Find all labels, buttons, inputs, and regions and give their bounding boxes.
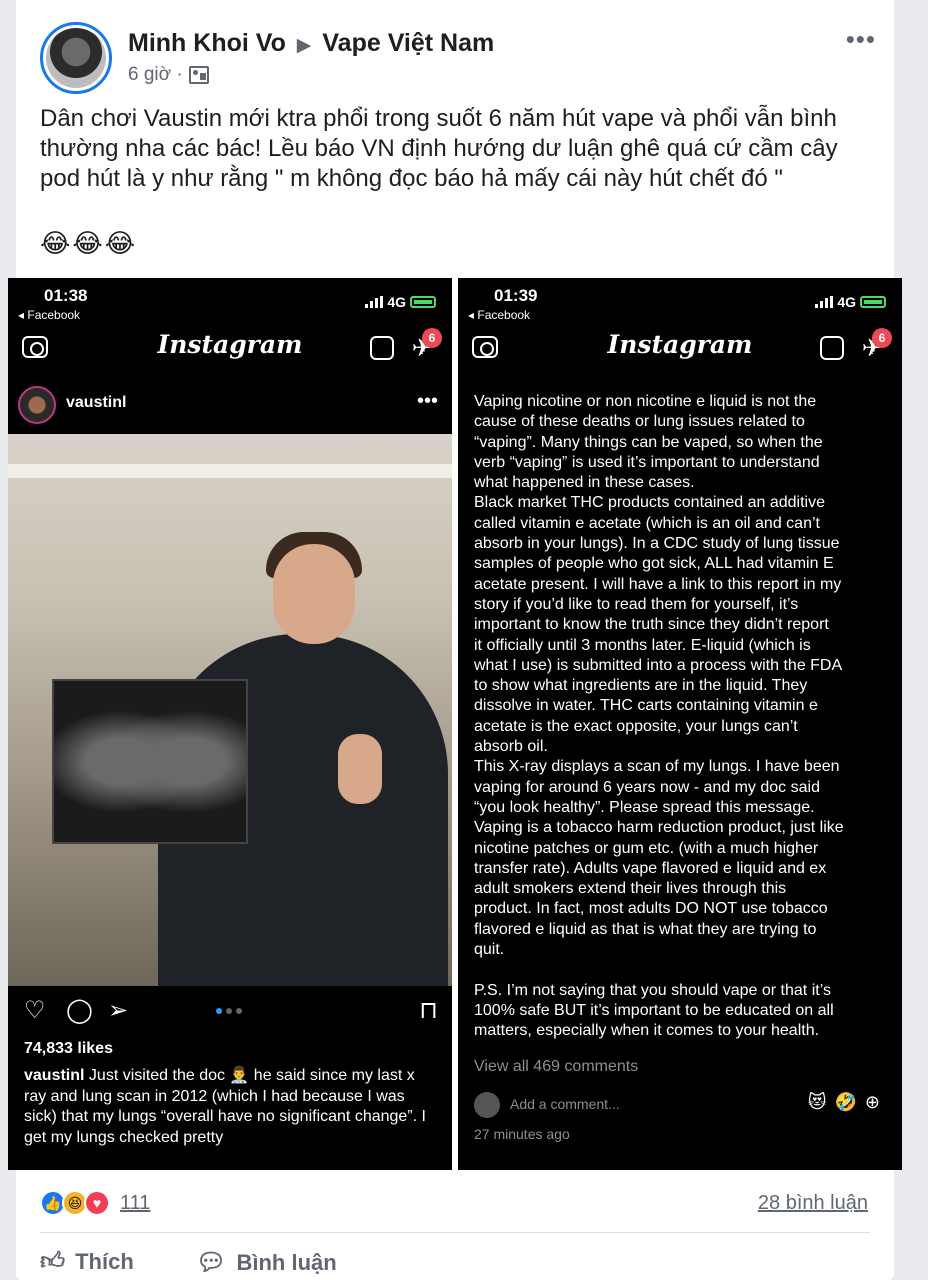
person-head (273, 544, 355, 644)
thumbs-up-hand (338, 734, 382, 804)
ig-likes: 74,833 likes (24, 1040, 113, 1057)
more-options-icon[interactable]: ••• (846, 24, 876, 55)
igtv-icon (820, 336, 844, 360)
divider (40, 1232, 870, 1233)
thumbs-up-icon: 👍︎ (40, 1248, 66, 1275)
signal-icon (365, 296, 384, 308)
add-comment-row: Add a comment... 😻🤣⊕ (474, 1090, 888, 1120)
author-avatar[interactable] (40, 22, 112, 94)
status-time: 01:38 (44, 286, 88, 305)
instagram-top-bar: Instagram ✈ 6 (458, 328, 902, 372)
author-name[interactable]: Minh Khoi Vo (128, 29, 286, 57)
view-all-comments: View all 469 comments (474, 1058, 639, 1075)
back-to-facebook: ◂ Facebook (18, 308, 81, 322)
signal-area: 4G (365, 294, 436, 310)
reaction-count[interactable]: 111 (120, 1192, 150, 1215)
quick-emoji-icons: 😻🤣⊕ (807, 1092, 888, 1112)
network-type: 4G (837, 294, 856, 310)
ig-post-header: vaustinl ••• (8, 382, 452, 430)
notification-badge: 6 (872, 328, 892, 348)
signal-icon (815, 296, 834, 308)
reaction-summary[interactable]: 👍 😆 ♥ 111 (40, 1190, 150, 1216)
avatar-image (46, 28, 106, 88)
post-text: Dân chơi Vaustin mới ktra phổi trong suố… (40, 105, 838, 192)
caption-text: Just visited the doc 👨‍⚕️ he said since … (24, 1067, 426, 1146)
add-comment-placeholder: Add a comment... (510, 1096, 620, 1112)
like-button[interactable]: 👍︎ Thích (40, 1248, 134, 1276)
group-audience-icon (188, 66, 209, 84)
post-header-title: Minh Khoi Vo ▶ Vape Việt Nam (128, 29, 494, 58)
status-bar: 01:39 ◂ Facebook 4G (458, 286, 902, 330)
instagram-screenshot-left[interactable]: 01:38 ◂ Facebook 4G Instagram ✈ 6 vausti… (8, 278, 452, 1170)
ig-caption-long: Vaping nicotine or non nicotine e liquid… (474, 393, 844, 1040)
laughing-emojis: 😂😂😂 (40, 228, 138, 258)
post-time[interactable]: 6 giờ · (128, 64, 183, 86)
battery-icon (860, 296, 886, 308)
notification-badge: 6 (422, 328, 442, 348)
instagram-top-bar: Instagram ✈ 6 (8, 328, 452, 372)
group-name[interactable]: Vape Việt Nam (322, 29, 494, 57)
status-bar: 01:38 ◂ Facebook 4G (8, 286, 452, 330)
xray-photo (8, 434, 452, 986)
carousel-dots (216, 1008, 242, 1014)
post-meta: 6 giờ · (128, 64, 209, 86)
network-type: 4G (387, 294, 406, 310)
love-reaction-icon: ♥ (84, 1190, 110, 1216)
comment-bubble-icon: ◯ (66, 997, 93, 1024)
post-card: Minh Khoi Vo ▶ Vape Việt Nam 6 giờ · •••… (8, 0, 902, 1280)
ig-action-bar: ♡ ◯ ➢ ⊓ (8, 996, 452, 1030)
comment-icon: 💬︎ (196, 1249, 227, 1276)
arrow-right-icon: ▶ (296, 35, 312, 56)
back-to-facebook: ◂ Facebook (468, 308, 531, 322)
ig-user-avatar (18, 386, 56, 424)
instagram-screenshot-right[interactable]: 01:39 ◂ Facebook 4G Instagram ✈ 6 Vaping… (458, 278, 902, 1170)
post-age: 27 minutes ago (474, 1126, 570, 1142)
heart-icon: ♡ (24, 997, 46, 1024)
like-label: Thích (75, 1249, 134, 1274)
ig-username: vaustinl (66, 394, 127, 411)
caption-username: vaustinl (24, 1067, 85, 1084)
chest-xray (52, 679, 248, 844)
comment-label: Bình luận (236, 1249, 337, 1275)
commenter-avatar (474, 1092, 500, 1118)
status-time: 01:39 (494, 286, 538, 305)
signal-area: 4G (815, 294, 886, 310)
share-icon: ➢ (108, 997, 129, 1024)
battery-icon (410, 296, 436, 308)
comment-count-link[interactable]: 28 bình luận (758, 1192, 868, 1215)
comment-button[interactable]: 💬︎ Bình luận (196, 1248, 337, 1277)
ceiling-light (8, 464, 452, 478)
ig-caption: vaustinl Just visited the doc 👨‍⚕️ he sa… (24, 1066, 428, 1148)
igtv-icon (370, 336, 394, 360)
bookmark-icon: ⊓ (419, 997, 438, 1024)
ig-more-icon: ••• (416, 390, 438, 412)
